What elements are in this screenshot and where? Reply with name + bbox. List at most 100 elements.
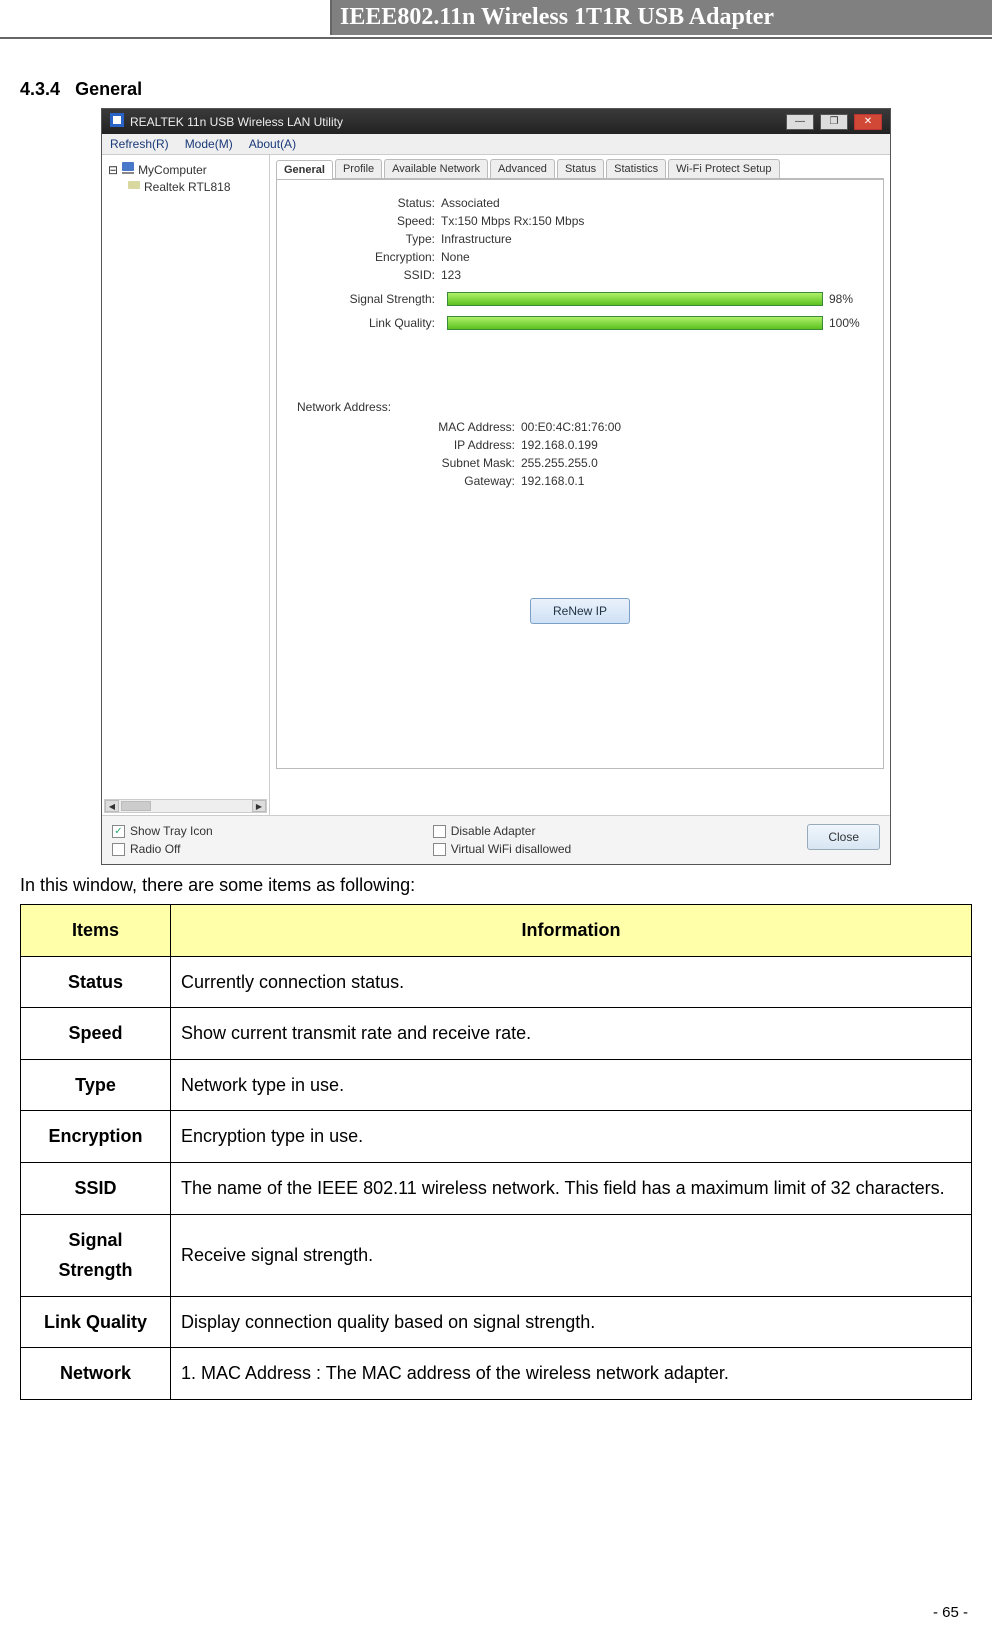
gateway-label: Gateway: (371, 474, 521, 488)
section-title: General (75, 79, 142, 99)
info-cell: Network type in use. (171, 1059, 972, 1111)
item-cell: Speed (21, 1008, 171, 1060)
intro-text: In this window, there are some items as … (20, 875, 972, 896)
status-label: Status: (291, 196, 441, 210)
sidebar-tree: ⊟ MyComputer Realtek RTL818 ◀ ▶ (102, 155, 270, 815)
type-label: Type: (291, 232, 441, 246)
ip-value: 192.168.0.199 (521, 438, 598, 452)
speed-label: Speed: (291, 214, 441, 228)
app-icon (110, 113, 124, 130)
titlebar: REALTEK 11n USB Wireless LAN Utility — ❐… (102, 109, 890, 134)
maximize-button[interactable]: ❐ (820, 114, 848, 130)
subnet-value: 255.255.255.0 (521, 456, 598, 470)
tree-expand-icon[interactable]: ⊟ (108, 163, 118, 177)
network-address-label: Network Address: (297, 400, 869, 414)
scroll-thumb[interactable] (121, 801, 151, 811)
link-quality-bar (447, 316, 823, 330)
info-cell: Receive signal strength. (171, 1214, 972, 1296)
menubar: Refresh(R) Mode(M) About(A) (102, 134, 890, 155)
table-row: EncryptionEncryption type in use. (21, 1111, 972, 1163)
tree-root-label: MyComputer (138, 163, 207, 177)
tab-statistics[interactable]: Statistics (606, 159, 666, 178)
close-window-button[interactable]: ✕ (854, 114, 882, 130)
ip-label: IP Address: (371, 438, 521, 452)
gateway-value: 192.168.0.1 (521, 474, 584, 488)
close-button[interactable]: Close (807, 824, 880, 850)
ssid-value: 123 (441, 268, 461, 282)
radio-off-checkbox[interactable] (112, 843, 125, 856)
menu-refresh[interactable]: Refresh(R) (110, 137, 169, 151)
status-value: Associated (441, 196, 500, 210)
table-head-info: Information (171, 905, 972, 957)
tab-wifi-protect-setup[interactable]: Wi-Fi Protect Setup (668, 159, 779, 178)
item-cell: Link Quality (21, 1296, 171, 1348)
item-cell: Signal Strength (21, 1214, 171, 1296)
menu-mode[interactable]: Mode(M) (185, 137, 233, 151)
signal-strength-bar (447, 292, 823, 306)
subnet-label: Subnet Mask: (371, 456, 521, 470)
table-row: SpeedShow current transmit rate and rece… (21, 1008, 972, 1060)
table-row: Network1. MAC Address : The MAC address … (21, 1348, 972, 1400)
adapter-icon (128, 179, 140, 194)
computer-icon (122, 162, 134, 177)
table-row: Signal StrengthReceive signal strength. (21, 1214, 972, 1296)
app-window: REALTEK 11n USB Wireless LAN Utility — ❐… (101, 108, 891, 865)
virtual-wifi-checkbox[interactable] (433, 843, 446, 856)
info-cell: The name of the IEEE 802.11 wireless net… (171, 1162, 972, 1214)
encryption-label: Encryption: (291, 250, 441, 264)
item-cell: Status (21, 956, 171, 1008)
link-quality-pct: 100% (829, 316, 869, 330)
minimize-button[interactable]: — (786, 114, 814, 130)
tab-available-network[interactable]: Available Network (384, 159, 488, 178)
virtual-wifi-label: Virtual WiFi disallowed (451, 842, 572, 856)
signal-strength-label: Signal Strength: (291, 292, 441, 306)
show-tray-checkbox[interactable]: ✓ (112, 825, 125, 838)
mac-value: 00:E0:4C:81:76:00 (521, 420, 621, 434)
tree-child[interactable]: Realtek RTL818 (106, 178, 265, 195)
info-cell: Display connection quality based on sign… (171, 1296, 972, 1348)
section-number: 4.3.4 (20, 79, 60, 99)
info-cell: Encryption type in use. (171, 1111, 972, 1163)
table-head-items: Items (21, 905, 171, 957)
disable-adapter-label: Disable Adapter (451, 824, 536, 838)
disable-adapter-checkbox[interactable] (433, 825, 446, 838)
item-cell: Type (21, 1059, 171, 1111)
general-panel: Status:Associated Speed:Tx:150 Mbps Rx:1… (276, 179, 884, 769)
sidebar-scrollbar[interactable]: ◀ ▶ (104, 799, 267, 813)
table-row: TypeNetwork type in use. (21, 1059, 972, 1111)
tab-profile[interactable]: Profile (335, 159, 382, 178)
bottom-bar: ✓ Show Tray Icon Radio Off Disable Adapte… (102, 815, 890, 864)
link-quality-label: Link Quality: (291, 316, 441, 330)
scroll-right-icon[interactable]: ▶ (252, 800, 266, 812)
tab-strip: General Profile Available Network Advanc… (276, 159, 884, 179)
item-cell: Encryption (21, 1111, 171, 1163)
type-value: Infrastructure (441, 232, 512, 246)
table-row: SSIDThe name of the IEEE 802.11 wireless… (21, 1162, 972, 1214)
tree-child-label: Realtek RTL818 (144, 180, 231, 194)
renew-ip-button[interactable]: ReNew IP (530, 598, 630, 624)
info-cell: 1. MAC Address : The MAC address of the … (171, 1348, 972, 1400)
signal-strength-pct: 98% (829, 292, 869, 306)
window-title: REALTEK 11n USB Wireless LAN Utility (130, 115, 343, 129)
info-table: Items Information StatusCurrently connec… (20, 904, 972, 1400)
tab-status[interactable]: Status (557, 159, 604, 178)
section-heading: 4.3.4 General (20, 79, 972, 100)
document-header: IEEE802.11n Wireless 1T1R USB Adapter (330, 0, 992, 35)
ssid-label: SSID: (291, 268, 441, 282)
radio-off-label: Radio Off (130, 842, 180, 856)
tab-advanced[interactable]: Advanced (490, 159, 555, 178)
tree-root[interactable]: ⊟ MyComputer (106, 161, 265, 178)
info-cell: Currently connection status. (171, 956, 972, 1008)
scroll-left-icon[interactable]: ◀ (105, 800, 119, 812)
tab-general[interactable]: General (276, 160, 333, 179)
table-row: StatusCurrently connection status. (21, 956, 972, 1008)
item-cell: Network (21, 1348, 171, 1400)
speed-value: Tx:150 Mbps Rx:150 Mbps (441, 214, 584, 228)
encryption-value: None (441, 250, 470, 264)
item-cell: SSID (21, 1162, 171, 1214)
network-address-block: MAC Address:00:E0:4C:81:76:00 IP Address… (371, 420, 869, 488)
header-rule (0, 37, 992, 39)
page-number: - 65 - (933, 1604, 968, 1621)
show-tray-label: Show Tray Icon (130, 824, 213, 838)
menu-about[interactable]: About(A) (249, 137, 296, 151)
